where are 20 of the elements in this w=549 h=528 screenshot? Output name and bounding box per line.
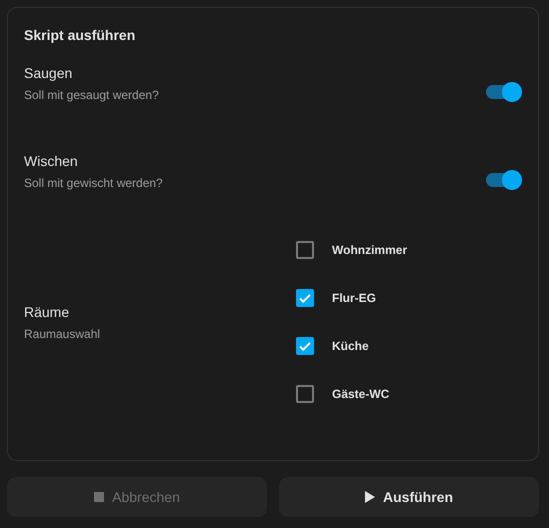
field-label: Wischen: [24, 152, 79, 170]
option-label: Küche: [332, 339, 369, 353]
checkbox[interactable]: [296, 337, 314, 355]
field-description: Soll mit gesaugt werden?: [24, 87, 159, 103]
field-label: Räume: [24, 302, 70, 320]
field-description: Soll mit gewischt werden?: [24, 175, 163, 191]
field-label: Saugen: [24, 64, 74, 82]
toggle-switch[interactable]: [486, 82, 522, 102]
stop-icon: [94, 492, 104, 502]
field-description: Raumauswahl: [24, 326, 100, 342]
option-label: Wohnzimmer: [332, 243, 408, 257]
option-label: Flur-EG: [332, 291, 376, 305]
play-icon: [365, 491, 375, 503]
checkbox[interactable]: [296, 385, 314, 403]
toggle-switch[interactable]: [486, 170, 522, 190]
option-label: Gäste-WC: [332, 387, 390, 401]
checkbox[interactable]: [296, 289, 314, 307]
card-title: Skript ausführen: [24, 26, 136, 44]
run-button[interactable]: Ausführen: [279, 477, 539, 517]
checkbox[interactable]: [296, 241, 314, 259]
